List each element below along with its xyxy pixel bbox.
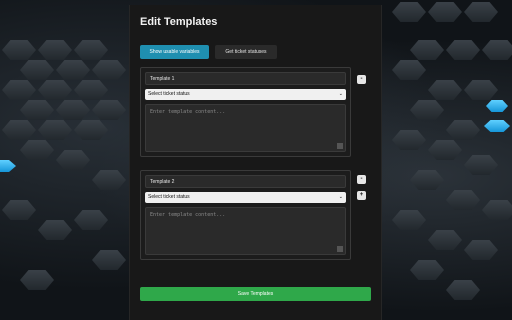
template-card: Template 1 Select ticket status ⌄ Enter … [140, 67, 351, 157]
template-content-placeholder: Enter template content... [150, 212, 226, 218]
template-content-textarea[interactable]: Enter template content... [145, 207, 346, 255]
template-content-placeholder: Enter template content... [150, 109, 226, 115]
resize-handle[interactable] [337, 246, 343, 252]
chevron-down-icon: ⌄ [338, 194, 343, 200]
chevron-down-icon: ⌄ [338, 91, 343, 97]
template-content-textarea[interactable]: Enter template content... [145, 104, 346, 152]
show-variables-button[interactable]: Show usable variables [140, 45, 209, 59]
remove-template-button[interactable]: - [357, 175, 366, 184]
page-title: Edit Templates [140, 16, 218, 28]
ticket-status-select[interactable]: Select ticket status ⌄ [145, 192, 346, 203]
add-template-button[interactable]: + [357, 191, 366, 200]
edit-templates-panel: Edit Templates Show usable variables Get… [129, 5, 382, 320]
remove-template-button[interactable]: - [357, 75, 366, 84]
save-templates-button[interactable]: Save Templates [140, 287, 371, 301]
template-name-input[interactable]: Template 2 [145, 175, 346, 188]
get-ticket-statuses-button[interactable]: Get ticket statuses [215, 45, 277, 59]
ticket-status-select-value: Select ticket status [148, 194, 190, 200]
template-name-input[interactable]: Template 1 [145, 72, 346, 85]
template-card: Template 2 Select ticket status ⌄ Enter … [140, 170, 351, 260]
resize-handle[interactable] [337, 143, 343, 149]
ticket-status-select[interactable]: Select ticket status ⌄ [145, 89, 346, 100]
action-buttons: Show usable variables Get ticket statuse… [140, 45, 371, 59]
ticket-status-select-value: Select ticket status [148, 91, 190, 97]
